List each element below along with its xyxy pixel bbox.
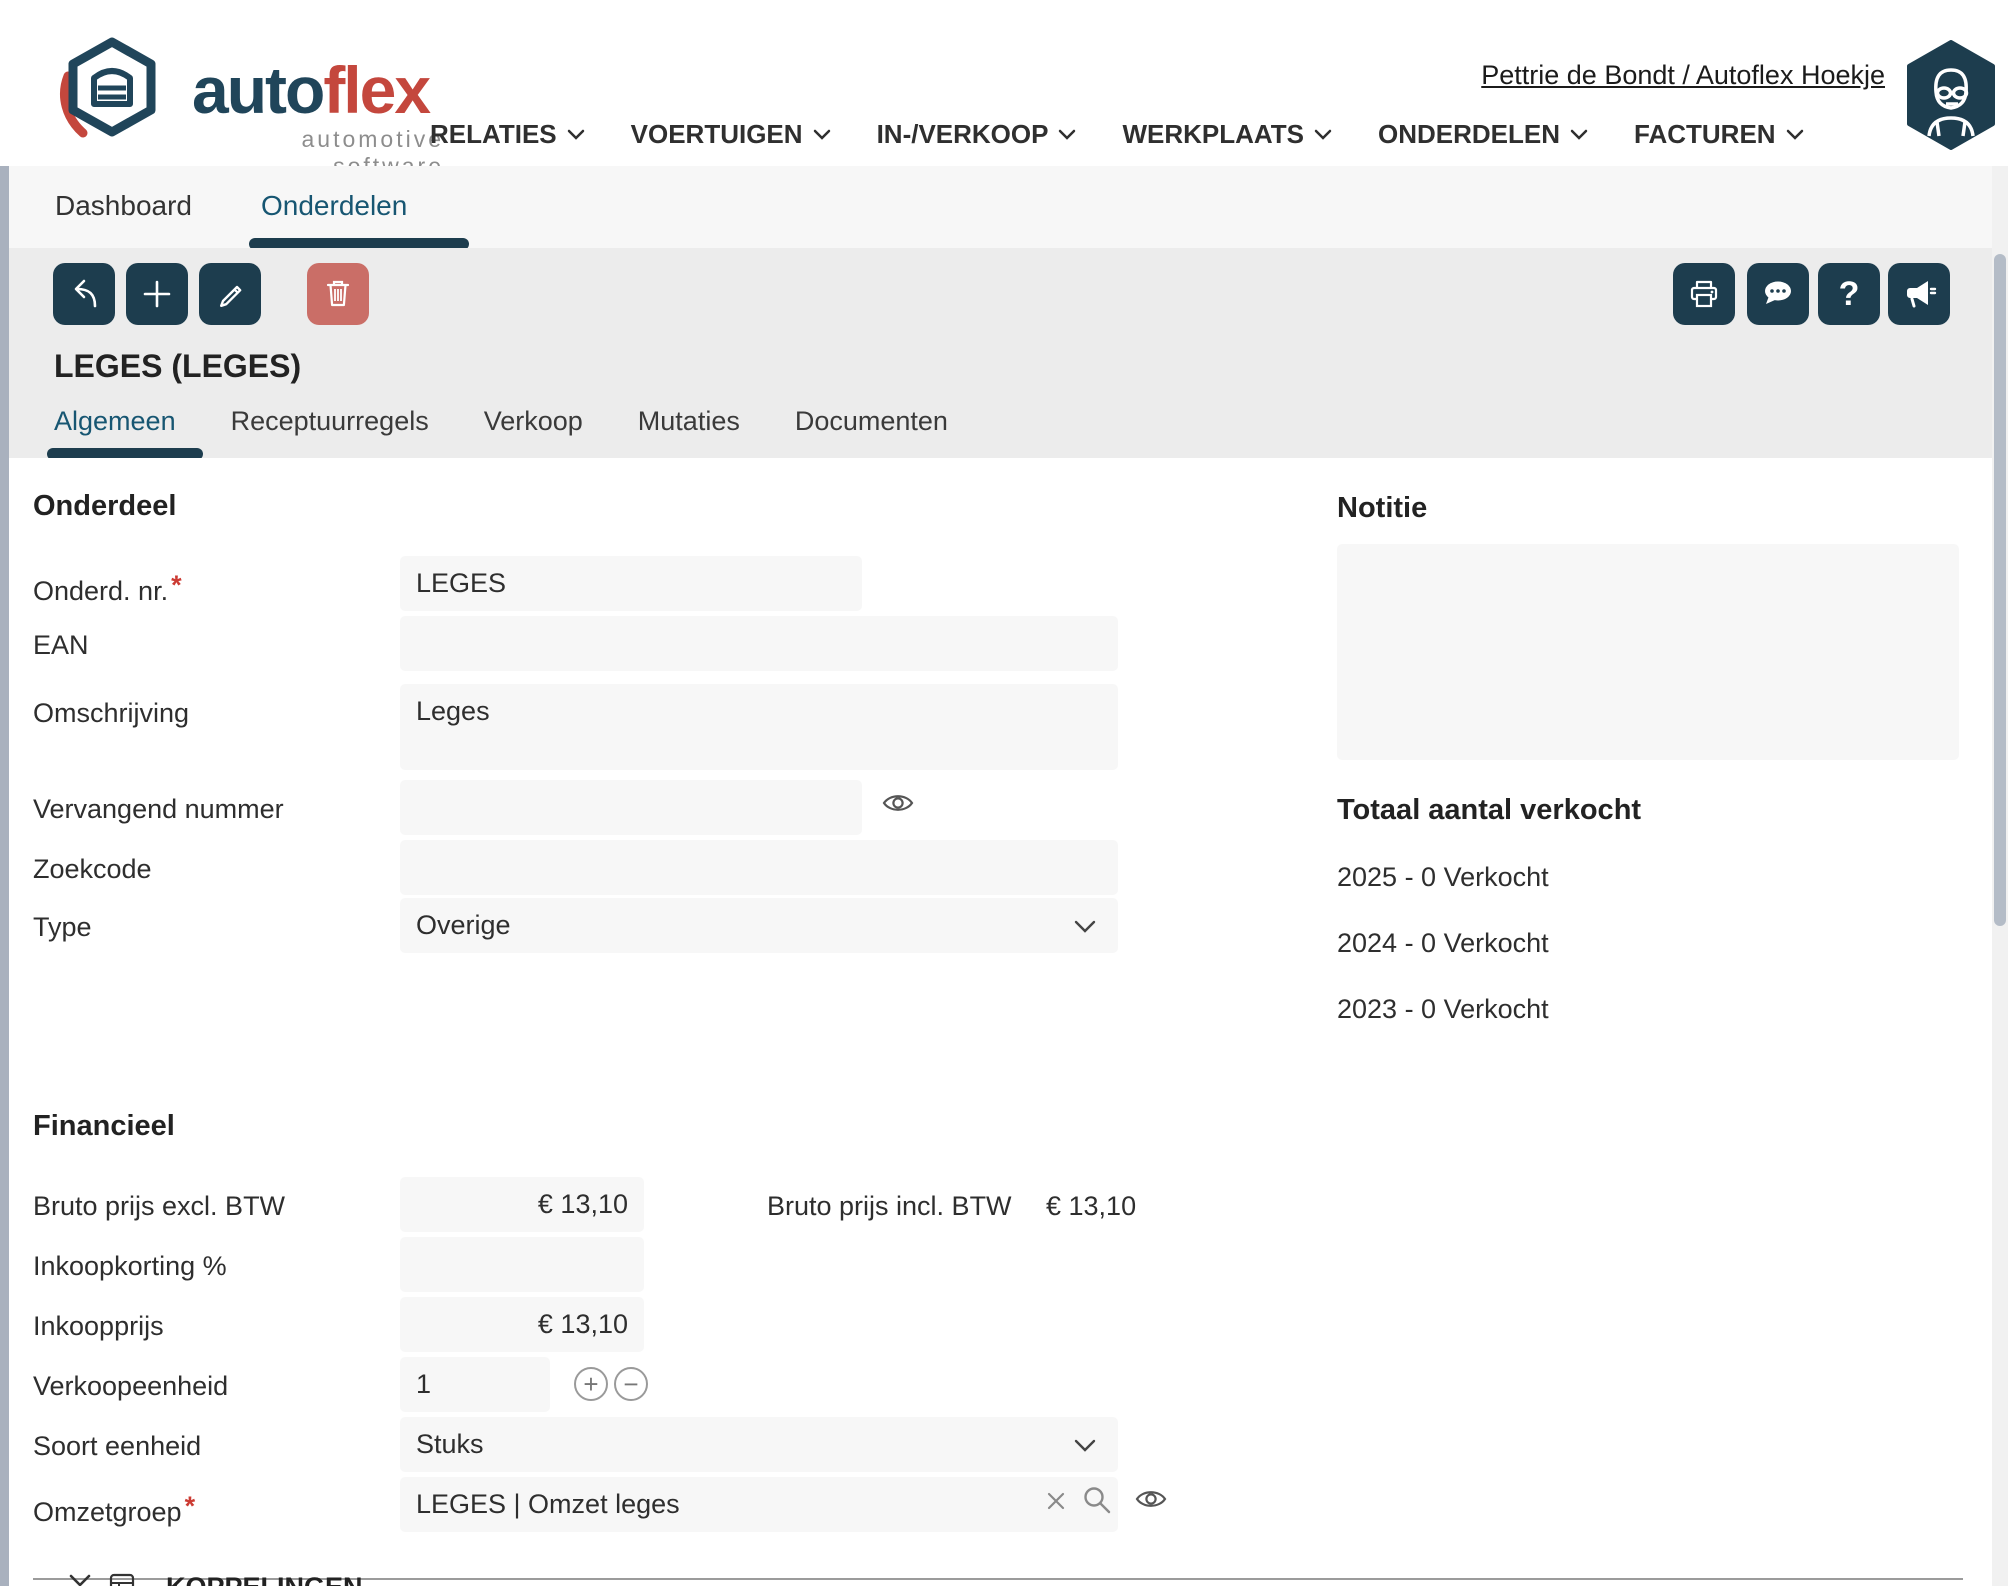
chevron-down-icon <box>1058 129 1076 140</box>
back-button[interactable] <box>53 263 115 325</box>
label-bruto-excl: Bruto prijs excl. BTW <box>33 1191 285 1222</box>
left-edge-strip <box>0 166 9 1586</box>
detail-subtabs: Algemeen Receptuurregels Verkoop Mutatie… <box>54 406 948 437</box>
algemeen-panel: Onderdeel Onderd. nr.* EAN Omschrijving … <box>9 458 1992 1586</box>
clipped-next-section: KOPPELINGEN <box>9 1560 1992 1586</box>
subtab-mutaties[interactable]: Mutaties <box>638 406 740 437</box>
nav-item-relaties[interactable]: RELATIES <box>430 119 585 150</box>
chat-button[interactable] <box>1747 263 1809 325</box>
bruto-prijs-incl-value: € 13,10 <box>1046 1191 1136 1222</box>
back-arrow-icon <box>64 274 104 314</box>
sold-year-2025: 2025 - 0 Verkocht <box>1337 862 1549 893</box>
megaphone-icon <box>1900 276 1938 312</box>
grid-icon[interactable] <box>109 1573 135 1586</box>
section-heading-onderdeel: Onderdeel <box>33 490 176 523</box>
ean-input[interactable] <box>400 616 1118 671</box>
omschrijving-textarea[interactable] <box>400 684 1118 770</box>
verkoopeenheid-input[interactable] <box>400 1357 550 1412</box>
nav-item-voertuigen[interactable]: VOERTUIGEN <box>631 119 831 150</box>
add-button[interactable] <box>126 263 188 325</box>
chevron-down-icon <box>1570 129 1588 140</box>
quantity-decrement-button[interactable]: − <box>614 1367 648 1401</box>
clipped-section-title: KOPPELINGEN <box>166 1572 363 1586</box>
vertical-scrollbar[interactable] <box>1992 166 2008 1586</box>
chevron-down-icon <box>1074 920 1096 933</box>
vervangend-nummer-input[interactable] <box>400 780 862 835</box>
label-ean: EAN <box>33 630 89 661</box>
scrollbar-thumb[interactable] <box>1994 254 2006 926</box>
print-button[interactable] <box>1673 263 1735 325</box>
main-nav: RELATIES VOERTUIGEN IN-/VERKOOP WERKPLAA… <box>430 112 1804 156</box>
nav-item-werkplaats[interactable]: WERKPLAATS <box>1122 119 1332 150</box>
label-omschrijving: Omschrijving <box>33 698 189 729</box>
page-tabstrip: Dashboard Onderdelen <box>9 166 1992 248</box>
label-bruto-incl: Bruto prijs incl. BTW <box>767 1191 1012 1222</box>
label-omzetgroep: Omzetgroep* <box>33 1491 195 1528</box>
announcements-button[interactable] <box>1888 263 1950 325</box>
printer-icon <box>1685 275 1723 313</box>
subtab-verkoop[interactable]: Verkoop <box>484 406 583 437</box>
logo-wordmark: autoflex <box>192 52 429 128</box>
sold-year-2023: 2023 - 0 Verkocht <box>1337 994 1549 1025</box>
plus-icon <box>139 276 175 312</box>
chevron-down-icon <box>1314 129 1332 140</box>
nav-item-in-verkoop[interactable]: IN-/VERKOOP <box>877 119 1077 150</box>
omzetgroep-clear-icon[interactable] <box>1044 1489 1068 1513</box>
app-header: autoflex automotive software RELATIES VO… <box>0 0 2008 166</box>
vervangend-eye-icon[interactable] <box>881 790 915 816</box>
onderd-nr-input[interactable] <box>400 556 862 611</box>
label-onderd-nr: Onderd. nr.* <box>33 570 182 607</box>
page-title: LEGES (LEGES) <box>54 348 301 385</box>
toolbar-band: ? LEGES (LEGES) Algemeen Receptuurregels… <box>9 248 1992 458</box>
subtab-documenten[interactable]: Documenten <box>795 406 948 437</box>
chevron-down-icon[interactable] <box>69 1574 91 1586</box>
nav-item-facturen[interactable]: FACTUREN <box>1634 119 1804 150</box>
subtab-receptuurregels[interactable]: Receptuurregels <box>231 406 429 437</box>
notitie-textarea[interactable] <box>1337 544 1959 760</box>
required-asterisk: * <box>171 570 182 600</box>
user-avatar[interactable] <box>1903 40 1999 150</box>
chevron-down-icon <box>1074 1439 1096 1452</box>
label-soort-eenheid: Soort eenheid <box>33 1431 201 1462</box>
section-heading-financieel: Financieel <box>33 1110 175 1143</box>
inkoopkorting-input[interactable] <box>400 1237 644 1292</box>
chevron-down-icon <box>567 129 585 140</box>
type-select[interactable]: Overige <box>400 898 1118 953</box>
label-type: Type <box>33 912 92 943</box>
label-inkoopprijs: Inkoopprijs <box>33 1311 164 1342</box>
question-mark-icon: ? <box>1839 275 1860 314</box>
sold-year-2024: 2024 - 0 Verkocht <box>1337 928 1549 959</box>
quantity-increment-button[interactable]: + <box>574 1367 608 1401</box>
omzetgroep-eye-icon[interactable] <box>1134 1486 1168 1512</box>
zoekcode-input[interactable] <box>400 840 1118 895</box>
trash-icon <box>320 275 356 313</box>
bruto-prijs-excl-input[interactable] <box>400 1177 644 1232</box>
label-vervangend-nummer: Vervangend nummer <box>33 794 284 825</box>
chevron-down-icon <box>1786 129 1804 140</box>
omzetgroep-input[interactable] <box>400 1477 1118 1532</box>
pencil-icon <box>211 275 249 313</box>
label-zoekcode: Zoekcode <box>33 854 152 885</box>
edit-button[interactable] <box>199 263 261 325</box>
autoflex-logo[interactable]: autoflex automotive software <box>50 34 410 144</box>
user-account-link[interactable]: Pettrie de Bondt / Autoflex Hoekje <box>1481 60 1885 91</box>
soort-eenheid-select[interactable]: Stuks <box>400 1417 1118 1472</box>
delete-button[interactable] <box>307 263 369 325</box>
inkoopprijs-input[interactable] <box>400 1297 644 1352</box>
label-verkoopeenheid: Verkoopeenheid <box>33 1371 228 1402</box>
chevron-down-icon <box>813 129 831 140</box>
label-inkoopkorting: Inkoopkorting % <box>33 1251 227 1282</box>
subtab-algemeen[interactable]: Algemeen <box>54 406 176 437</box>
help-button[interactable]: ? <box>1818 263 1880 325</box>
section-heading-totaal-verkocht: Totaal aantal verkocht <box>1337 794 1641 827</box>
section-heading-notitie: Notitie <box>1337 492 1427 525</box>
omzetgroep-search-icon[interactable] <box>1081 1484 1113 1516</box>
chat-bubble-icon <box>1759 276 1797 312</box>
nav-item-onderdelen[interactable]: ONDERDELEN <box>1378 119 1588 150</box>
tab-dashboard[interactable]: Dashboard <box>55 190 192 222</box>
tab-onderdelen[interactable]: Onderdelen <box>261 190 407 222</box>
required-asterisk: * <box>185 1491 196 1521</box>
